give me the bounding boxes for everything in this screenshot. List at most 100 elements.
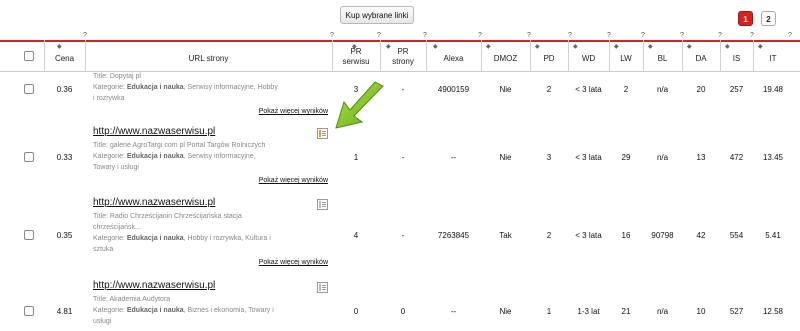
hint-pr-serwisu[interactable]: ?: [377, 32, 381, 39]
sort-dmoz-icon[interactable]: ◆: [486, 44, 491, 50]
row-categories: Kategorie: Edukacja i nauka, Biznes i ek…: [93, 307, 274, 314]
row-url-link[interactable]: http://www.nazwaserwisu.pl: [93, 197, 215, 208]
header-da[interactable]: DA: [682, 54, 720, 63]
row-categories-cont: sztuka: [93, 246, 114, 253]
cell-dmoz: Nie: [499, 307, 512, 316]
cell-is: 527: [729, 307, 744, 316]
cell-lw: 16: [621, 231, 631, 240]
hint-it[interactable]: ?: [788, 32, 792, 39]
sort-is-icon[interactable]: ◆: [725, 44, 730, 50]
row-title: Title: Dopytaj pl: [93, 73, 141, 80]
row-categories: Kategorie: Edukacja i nauka, Serwisy inf…: [93, 84, 278, 91]
cell-alexa: --: [450, 153, 457, 162]
header-wd[interactable]: WD: [568, 54, 609, 63]
sort-da-icon[interactable]: ◆: [687, 44, 692, 50]
header-it[interactable]: IT: [753, 54, 793, 63]
page-1-button[interactable]: 1: [738, 11, 753, 26]
hint-is[interactable]: ?: [750, 32, 754, 39]
cell-pr-site: 0: [353, 307, 359, 316]
cell-da: 42: [696, 231, 706, 240]
sort-bl-icon[interactable]: ◆: [648, 44, 653, 50]
hint-pr-strony[interactable]: ?: [423, 32, 427, 39]
show-more-link[interactable]: Pokaż więcej wyników: [259, 108, 328, 115]
hint-bl[interactable]: ?: [680, 32, 684, 39]
row-categories-cont: i rozrywka: [93, 95, 125, 102]
cell-bl: n/a: [656, 85, 669, 94]
sort-cena-icon[interactable]: ◆: [57, 44, 62, 50]
header-lw[interactable]: LW: [609, 54, 643, 63]
header-alexa[interactable]: Alexa: [426, 54, 481, 63]
row-categories-cont: usługi: [93, 318, 112, 325]
cell-is: 554: [729, 231, 744, 240]
cell-wd: < 3 lata: [575, 153, 602, 162]
cell-alexa: --: [450, 307, 457, 316]
cell-alexa: 4900159: [437, 85, 470, 94]
hint-da[interactable]: ?: [718, 32, 722, 39]
cell-pd: 2: [546, 231, 552, 240]
cell-da: 13: [696, 153, 706, 162]
cell-dmoz: Nie: [499, 85, 512, 94]
cell-pr-site: 1: [353, 153, 359, 162]
header-pd[interactable]: PD: [530, 54, 568, 63]
buy-selected-links-button[interactable]: Kup wybrane linki: [340, 6, 414, 24]
cell-bl: n/a: [656, 153, 669, 162]
row-checkbox[interactable]: [24, 306, 34, 316]
row-title: Title: galerie AgroTargi com pl Portal T…: [93, 142, 266, 149]
hint-lw[interactable]: ?: [641, 32, 645, 39]
page-2-button[interactable]: 2: [761, 11, 776, 26]
row-categories: Kategorie: Edukacja i nauka, Serwisy inf…: [93, 153, 256, 160]
cell-bl: n/a: [656, 307, 669, 316]
hint-dmoz[interactable]: ?: [527, 32, 531, 39]
list-details-icon[interactable]: [317, 128, 328, 139]
cell-lw: 21: [621, 307, 631, 316]
cell-lw: 29: [621, 153, 631, 162]
cell-it: 19.48: [762, 85, 784, 94]
cell-wd: 1-3 lat: [577, 307, 600, 316]
sort-wd-icon[interactable]: ◆: [573, 44, 578, 50]
cell-pd: 1: [546, 307, 552, 316]
cell-is: 472: [729, 153, 744, 162]
show-more-link[interactable]: Pokaż więcej wyników: [259, 177, 328, 184]
hint-cena[interactable]: ?: [83, 32, 87, 39]
header-bl[interactable]: BL: [643, 54, 682, 63]
row-url-link[interactable]: http://www.nazwaserwisu.pl: [93, 126, 215, 137]
header-dmoz[interactable]: DMOZ: [481, 54, 530, 63]
row-checkbox[interactable]: [24, 84, 34, 94]
row-title-cont: chrześcijańsk...: [93, 224, 141, 231]
cell-lw: 2: [623, 85, 629, 94]
cell-it: 5.41: [765, 231, 781, 240]
row-checkbox[interactable]: [24, 230, 34, 240]
header-is[interactable]: IS: [720, 54, 753, 63]
cell-pd: 2: [546, 85, 552, 94]
header-url: URL strony: [188, 54, 229, 63]
sort-lw-icon[interactable]: ◆: [614, 44, 619, 50]
cell-wd: < 3 lata: [575, 231, 602, 240]
hint-wd[interactable]: ?: [607, 32, 611, 39]
show-more-link[interactable]: Pokaż więcej wyników: [259, 259, 328, 266]
list-details-icon[interactable]: [317, 282, 328, 293]
sort-alexa-icon[interactable]: ◆: [433, 44, 438, 50]
row-checkbox[interactable]: [24, 152, 34, 162]
cell-alexa: 7263845: [437, 231, 470, 240]
header-cena[interactable]: Cena: [44, 54, 85, 63]
select-all-checkbox[interactable]: [24, 51, 34, 61]
row-url-link[interactable]: http://www.nazwaserwisu.pl: [93, 280, 215, 291]
cell-dmoz: Tak: [499, 231, 512, 240]
hint-url[interactable]: ?: [330, 32, 334, 39]
sort-pd-icon[interactable]: ◆: [535, 44, 540, 50]
cell-bl: 90798: [651, 231, 674, 240]
cell-pr-page: 0: [400, 307, 406, 316]
header-pr-serwisu[interactable]: PR serwisu: [338, 47, 374, 67]
header-pr-strony[interactable]: PR strony: [388, 47, 418, 67]
row-title: Title: Akademia Audytora: [93, 296, 171, 303]
row-categories: Kategorie: Edukacja i nauka, Hobby i roz…: [93, 235, 271, 242]
list-details-icon[interactable]: [317, 199, 328, 210]
green-arrow-icon: [335, 81, 384, 129]
sort-it-icon[interactable]: ◆: [758, 44, 763, 50]
cell-pr-page: -: [401, 231, 405, 240]
cell-price: 0.33: [56, 153, 73, 162]
hint-pd[interactable]: ?: [568, 32, 572, 39]
hint-alexa[interactable]: ?: [478, 32, 482, 39]
cell-dmoz: Nie: [499, 153, 512, 162]
cell-price: 4.81: [56, 307, 73, 316]
